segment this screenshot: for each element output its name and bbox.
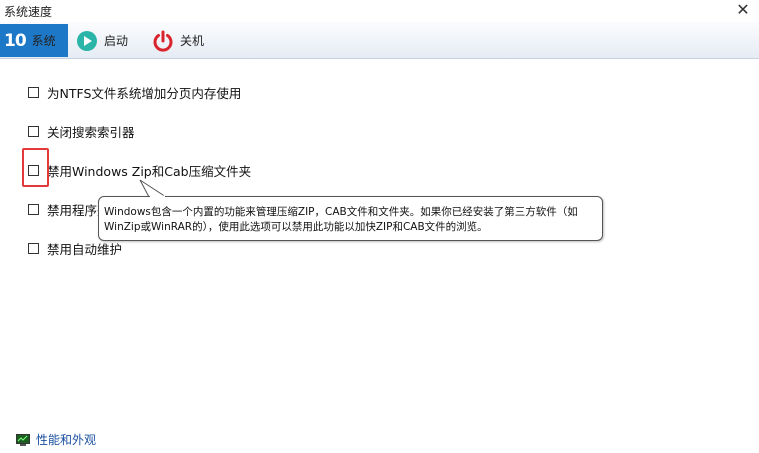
option-disable-search-indexer[interactable]: 关闭搜索索引器 [28,122,135,141]
performance-appearance-label[interactable]: 性能和外观 [36,431,96,448]
title-bar: 系统速度 ✕ [0,0,759,22]
tab-startup-label: 启动 [104,34,129,48]
option-label: 关闭搜索索引器 [47,125,135,140]
option-disable-auto-maintenance[interactable]: 禁用自动维护 [28,239,122,258]
performance-icon [16,433,30,446]
option-ntfs-paging[interactable]: 为NTFS文件系统增加分页内存使用 [28,83,241,102]
checkbox-highlight [22,148,49,187]
checkbox[interactable] [28,126,39,137]
tab-system-label: 系统 [31,34,56,48]
tab-system[interactable]: 10 系统 [0,24,68,57]
checkbox[interactable] [28,87,39,98]
option-disable-zip-cab[interactable]: 禁用Windows Zip和Cab压缩文件夹 [28,161,251,180]
windows10-icon: 10 [4,30,27,51]
tooltip: Windows包含一个内置的功能来管理压缩ZIP，CAB文件和文件夹。如果你已经… [98,196,603,241]
checkbox[interactable] [28,204,39,215]
tab-startup[interactable]: 启动 [74,24,144,57]
option-label: 禁用Windows Zip和Cab压缩文件夹 [47,164,252,179]
window-title: 系统速度 [4,5,53,19]
checkbox[interactable] [28,243,39,254]
option-label: 禁用自动维护 [47,242,123,257]
tooltip-text: Windows包含一个内置的功能来管理压缩ZIP，CAB文件和文件夹。如果你已经… [104,206,578,233]
tab-shutdown[interactable]: 关机 [150,24,220,57]
option-label: 为NTFS文件系统增加分页内存使用 [47,86,242,101]
close-button[interactable]: ✕ [733,1,753,21]
power-icon [153,30,173,52]
performance-appearance-link[interactable]: 性能和外观 [16,431,96,448]
tab-shutdown-label: 关机 [180,34,205,48]
tab-bar: 10 系统 启动 关机 [0,22,759,59]
play-icon [77,30,97,51]
